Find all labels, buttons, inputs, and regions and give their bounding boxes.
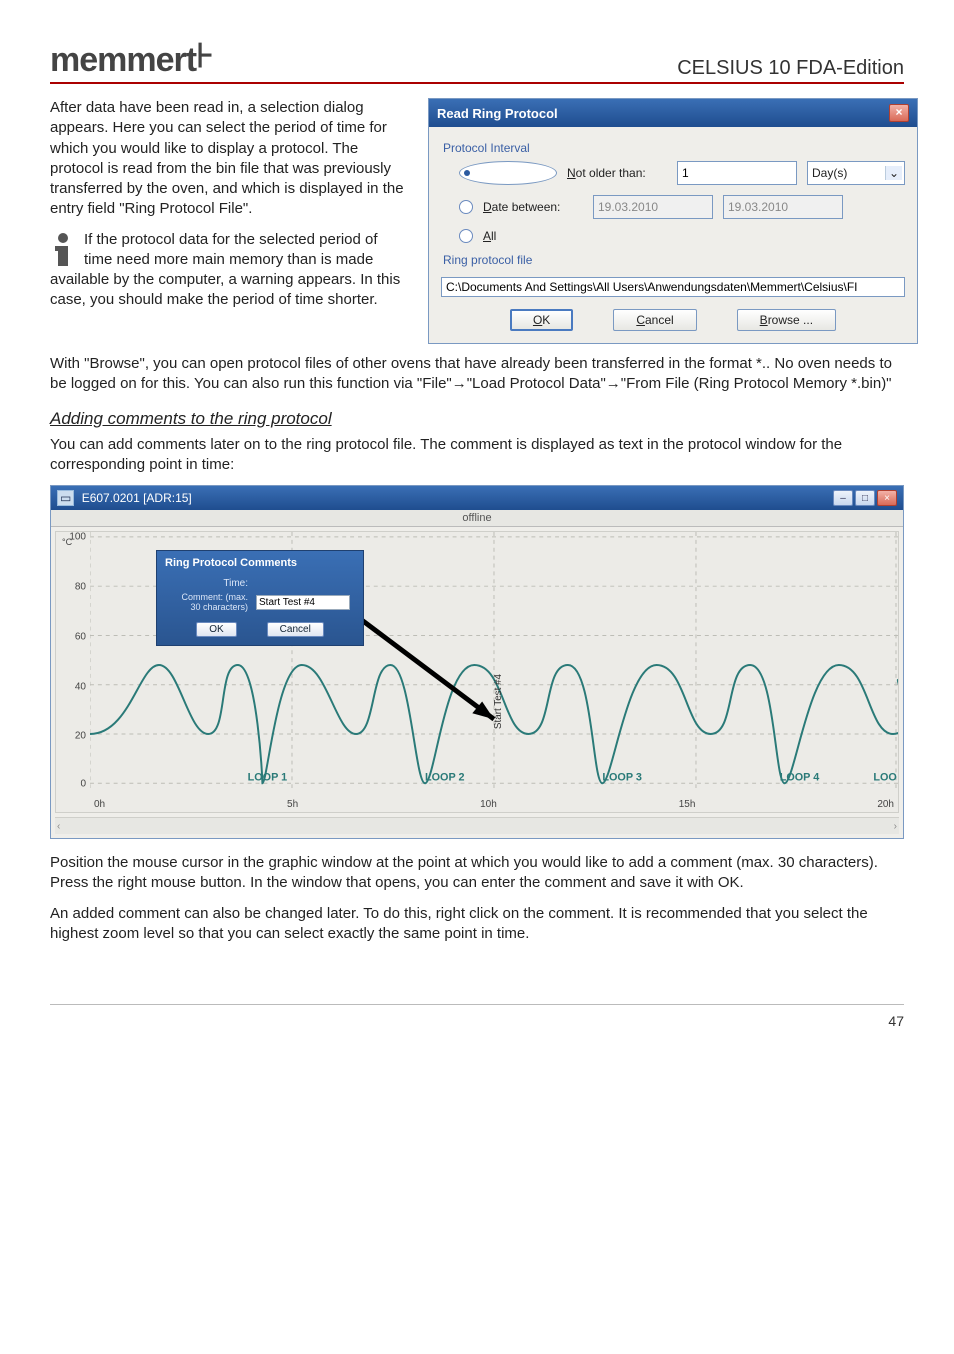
- popup-cancel-button[interactable]: Cancel: [267, 622, 324, 637]
- ring-protocol-comments-popup: Ring Protocol Comments Time: Comment: (m…: [156, 550, 364, 646]
- label-not-older-than: Not older than:: [567, 166, 667, 180]
- protocol-graphic-window: ▭ E607.0201 [ADR:15] – □ × offline °C 10…: [50, 485, 904, 839]
- input-date-from[interactable]: [593, 195, 713, 219]
- ok-button[interactable]: OK: [510, 309, 573, 331]
- popup-ok-button[interactable]: OK: [196, 622, 236, 637]
- input-ring-protocol-path[interactable]: [441, 277, 905, 297]
- svg-text:LOOP 1: LOOP 1: [248, 771, 288, 783]
- svg-text:LOO: LOO: [873, 771, 896, 783]
- chevron-down-icon: ⌄: [885, 166, 902, 180]
- maximize-icon[interactable]: □: [855, 490, 875, 506]
- x-axis: 0h5h10h15h20h: [90, 799, 898, 810]
- svg-text:LOOP 3: LOOP 3: [602, 771, 642, 783]
- info-icon: [50, 232, 78, 268]
- chart-annotation: Start Test #4: [493, 673, 504, 729]
- close-icon[interactable]: ×: [877, 490, 897, 506]
- scroll-left-icon[interactable]: ‹: [57, 821, 60, 832]
- info-paragraph: If the protocol data for the selected pe…: [50, 230, 410, 311]
- group-ring-protocol-file: Ring protocol file: [443, 253, 905, 267]
- radio-date-between[interactable]: [459, 200, 473, 214]
- app-icon: ▭: [57, 490, 74, 506]
- group-protocol-interval: Protocol Interval: [443, 141, 905, 155]
- input-comment[interactable]: [256, 595, 350, 610]
- intro-paragraph: After data have been read in, a selectio…: [50, 98, 410, 220]
- minimize-icon[interactable]: –: [833, 490, 853, 506]
- input-date-to[interactable]: [723, 195, 843, 219]
- y-axis: °C 100 80 60 40 20 0: [56, 532, 90, 794]
- chart-area[interactable]: °C 100 80 60 40 20 0: [55, 531, 899, 813]
- input-not-older-value[interactable]: [677, 161, 797, 185]
- svg-text:LOOP 2: LOOP 2: [425, 771, 465, 783]
- label-all: All: [483, 229, 496, 243]
- read-ring-protocol-dialog: Read Ring Protocol × Protocol Interval N…: [428, 98, 918, 344]
- browse-button[interactable]: Browse ...: [737, 309, 836, 331]
- section-heading: Adding comments to the ring protocol: [50, 409, 904, 429]
- label-comment: Comment: (max. 30 characters): [167, 592, 251, 614]
- brand-logo: memmert⊦: [50, 40, 213, 80]
- radio-not-older-than[interactable]: [459, 161, 557, 185]
- label-time: Time:: [167, 577, 251, 590]
- horizontal-scrollbar[interactable]: ‹ ›: [55, 817, 899, 834]
- select-not-older-unit[interactable]: Day(s)⌄: [807, 161, 905, 185]
- label-date-between: Date between:: [483, 200, 583, 214]
- page-number: 47: [50, 1004, 904, 1029]
- popup-title: Ring Protocol Comments: [165, 557, 355, 569]
- dialog-title-text: Read Ring Protocol: [437, 106, 558, 121]
- after-chart-paragraph-1: Position the mouse cursor in the graphic…: [50, 853, 904, 894]
- section-paragraph: You can add comments later on to the rin…: [50, 435, 904, 476]
- after-chart-paragraph-2: An added comment can also be changed lat…: [50, 904, 904, 945]
- cancel-button[interactable]: Cancel: [613, 309, 696, 331]
- document-title: CELSIUS 10 FDA-Edition: [677, 57, 904, 80]
- svg-text:LOOP 4: LOOP 4: [780, 771, 820, 783]
- close-icon[interactable]: ×: [889, 104, 909, 122]
- window-title: E607.0201 [ADR:15]: [82, 491, 192, 505]
- radio-all[interactable]: [459, 229, 473, 243]
- tab-offline[interactable]: offline: [51, 510, 903, 527]
- scroll-right-icon[interactable]: ›: [894, 821, 897, 832]
- browse-paragraph: With "Browse", you can open protocol fil…: [50, 354, 904, 395]
